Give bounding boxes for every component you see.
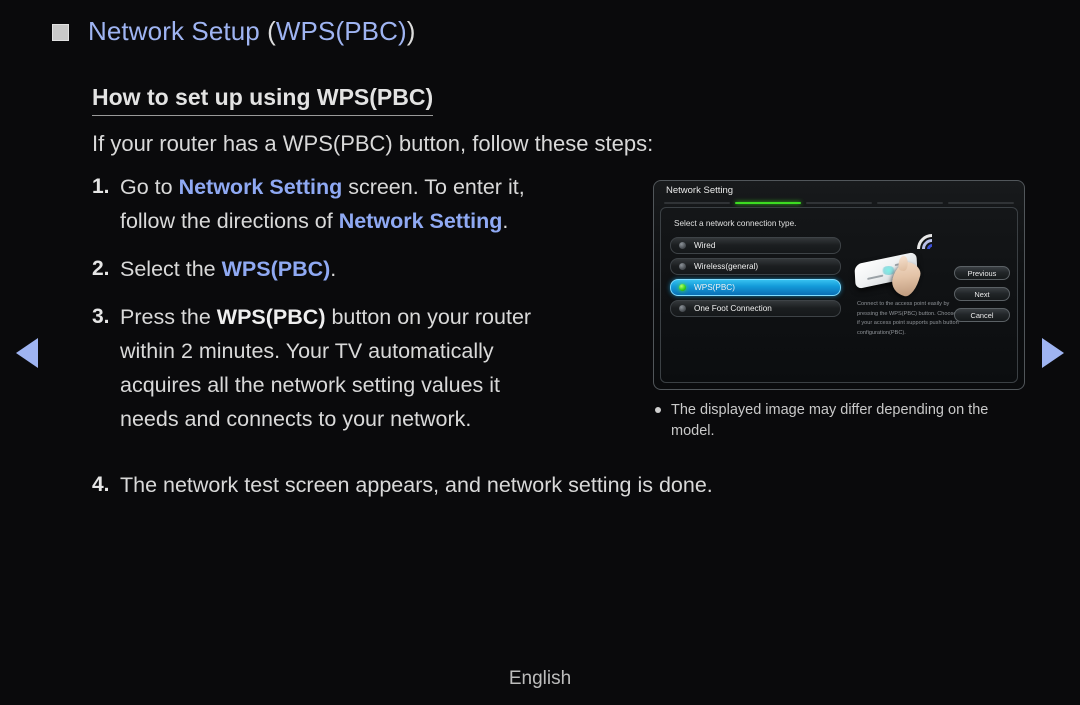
- progress-segment: [806, 202, 872, 204]
- radio-bullet-icon: [679, 305, 686, 312]
- step-text: Go to Network Setting screen. To enter i…: [120, 170, 525, 238]
- connection-type-list: Wired Wireless(general) WPS(PBC) One Foo…: [670, 237, 841, 321]
- previous-button[interactable]: Previous: [954, 266, 1010, 280]
- step1-seg-a: Go to: [120, 175, 179, 199]
- step-text: Press the WPS(PBC) button on your router…: [120, 300, 531, 436]
- progress-segment-active: [735, 202, 801, 204]
- step-item-1: 1. Go to Network Setting screen. To ente…: [92, 170, 672, 238]
- page-title: Network Setup (WPS(PBC)): [88, 16, 416, 47]
- radio-bullet-icon: [679, 263, 686, 270]
- router-illustration: [849, 227, 969, 299]
- radio-bullet-selected-icon: [679, 284, 686, 291]
- steps-list: 1. Go to Network Setting screen. To ente…: [92, 170, 672, 450]
- step3-line2: within 2 minutes. Your TV automatically: [120, 339, 494, 363]
- tv-header: Network Setting: [654, 181, 1024, 205]
- step1-seg-f: .: [502, 209, 509, 233]
- tv-panel: Select a network connection type. Wired …: [660, 207, 1018, 383]
- progress-segment: [664, 202, 730, 204]
- step-item-3: 3. Press the WPS(PBC) button on your rou…: [92, 300, 672, 436]
- step3-line4: needs and connects to your network.: [120, 407, 472, 431]
- option-label: Wired: [694, 241, 716, 250]
- tv-progress-bar: [664, 202, 1014, 204]
- option-label: Wireless(general): [694, 262, 759, 271]
- tv-header-title: Network Setting: [666, 185, 734, 196]
- hand-finger: [897, 255, 909, 272]
- note-text: The displayed image may differ depending…: [671, 402, 989, 439]
- progress-segment: [877, 202, 943, 204]
- router-vent: [867, 274, 884, 280]
- page-title-inner: WPS(PBC): [275, 16, 407, 46]
- image-disclaimer-note: The displayed image may differ depending…: [655, 400, 1025, 442]
- connection-option-wired[interactable]: Wired: [670, 237, 841, 254]
- page-content: Network Setup (WPS(PBC)) How to set up u…: [0, 0, 1080, 705]
- page-title-paren-close: ): [406, 16, 416, 46]
- step-text: Select the WPS(PBC).: [120, 252, 336, 286]
- step-number: 3.: [92, 305, 110, 328]
- step2-seg-a: Select the: [120, 257, 222, 281]
- tv-prompt-text: Select a network connection type.: [674, 219, 797, 228]
- step1-seg-d: follow the directions of: [120, 209, 339, 233]
- radio-bullet-icon: [679, 242, 686, 249]
- step2-seg-c: .: [330, 257, 337, 281]
- footer-language-label: English: [508, 668, 572, 689]
- step-number: 4.: [92, 473, 110, 496]
- next-button[interactable]: Next: [954, 287, 1010, 301]
- step-number: 2.: [92, 257, 110, 280]
- connection-option-one-foot-connection[interactable]: One Foot Connection: [670, 300, 841, 317]
- step-item-4: 4. The network test screen appears, and …: [92, 468, 713, 502]
- square-bullet-icon: [52, 24, 69, 41]
- left-triangle-arrow-icon[interactable]: [16, 338, 38, 368]
- step2-term-wpspbc: WPS(PBC): [221, 257, 331, 281]
- right-triangle-arrow-icon[interactable]: [1042, 338, 1064, 368]
- connection-option-wps-pbc[interactable]: WPS(PBC): [670, 279, 841, 296]
- step3-seg-a: Press the: [120, 305, 217, 329]
- page-title-main: Network Setup: [88, 16, 268, 46]
- tv-screen-mockup: Network Setting Select a network connect…: [653, 180, 1025, 390]
- step3-term-wpspbc: WPS(PBC): [216, 305, 326, 329]
- step1-term-network-setting: Network Setting: [178, 175, 343, 199]
- step-text: The network test screen appears, and net…: [120, 473, 713, 497]
- progress-segment: [948, 202, 1014, 204]
- step3-line3: acquires all the network setting values …: [120, 373, 501, 397]
- section-heading: How to set up using WPS(PBC): [92, 84, 434, 116]
- step-number: 1.: [92, 175, 110, 198]
- option-label: WPS(PBC): [694, 283, 735, 292]
- step-item-2: 2. Select the WPS(PBC).: [92, 252, 672, 286]
- step3-seg-c: button on your router: [325, 305, 532, 329]
- step1-term-network-setting-2: Network Setting: [338, 209, 503, 233]
- step1-seg-c: screen. To enter it,: [342, 175, 525, 199]
- connection-option-wireless-general[interactable]: Wireless(general): [670, 258, 841, 275]
- tv-button-group: Previous Next Cancel: [954, 266, 1010, 329]
- intro-text: If your router has a WPS(PBC) button, fo…: [92, 131, 654, 156]
- dot-bullet-icon: [655, 407, 661, 413]
- option-label: One Foot Connection: [694, 304, 772, 313]
- page-title-paren-open: (: [267, 16, 276, 46]
- cancel-button[interactable]: Cancel: [954, 308, 1010, 322]
- page-title-row: Network Setup (WPS(PBC)): [52, 16, 416, 47]
- tv-description-text: Connect to the access point easily by pr…: [857, 301, 967, 336]
